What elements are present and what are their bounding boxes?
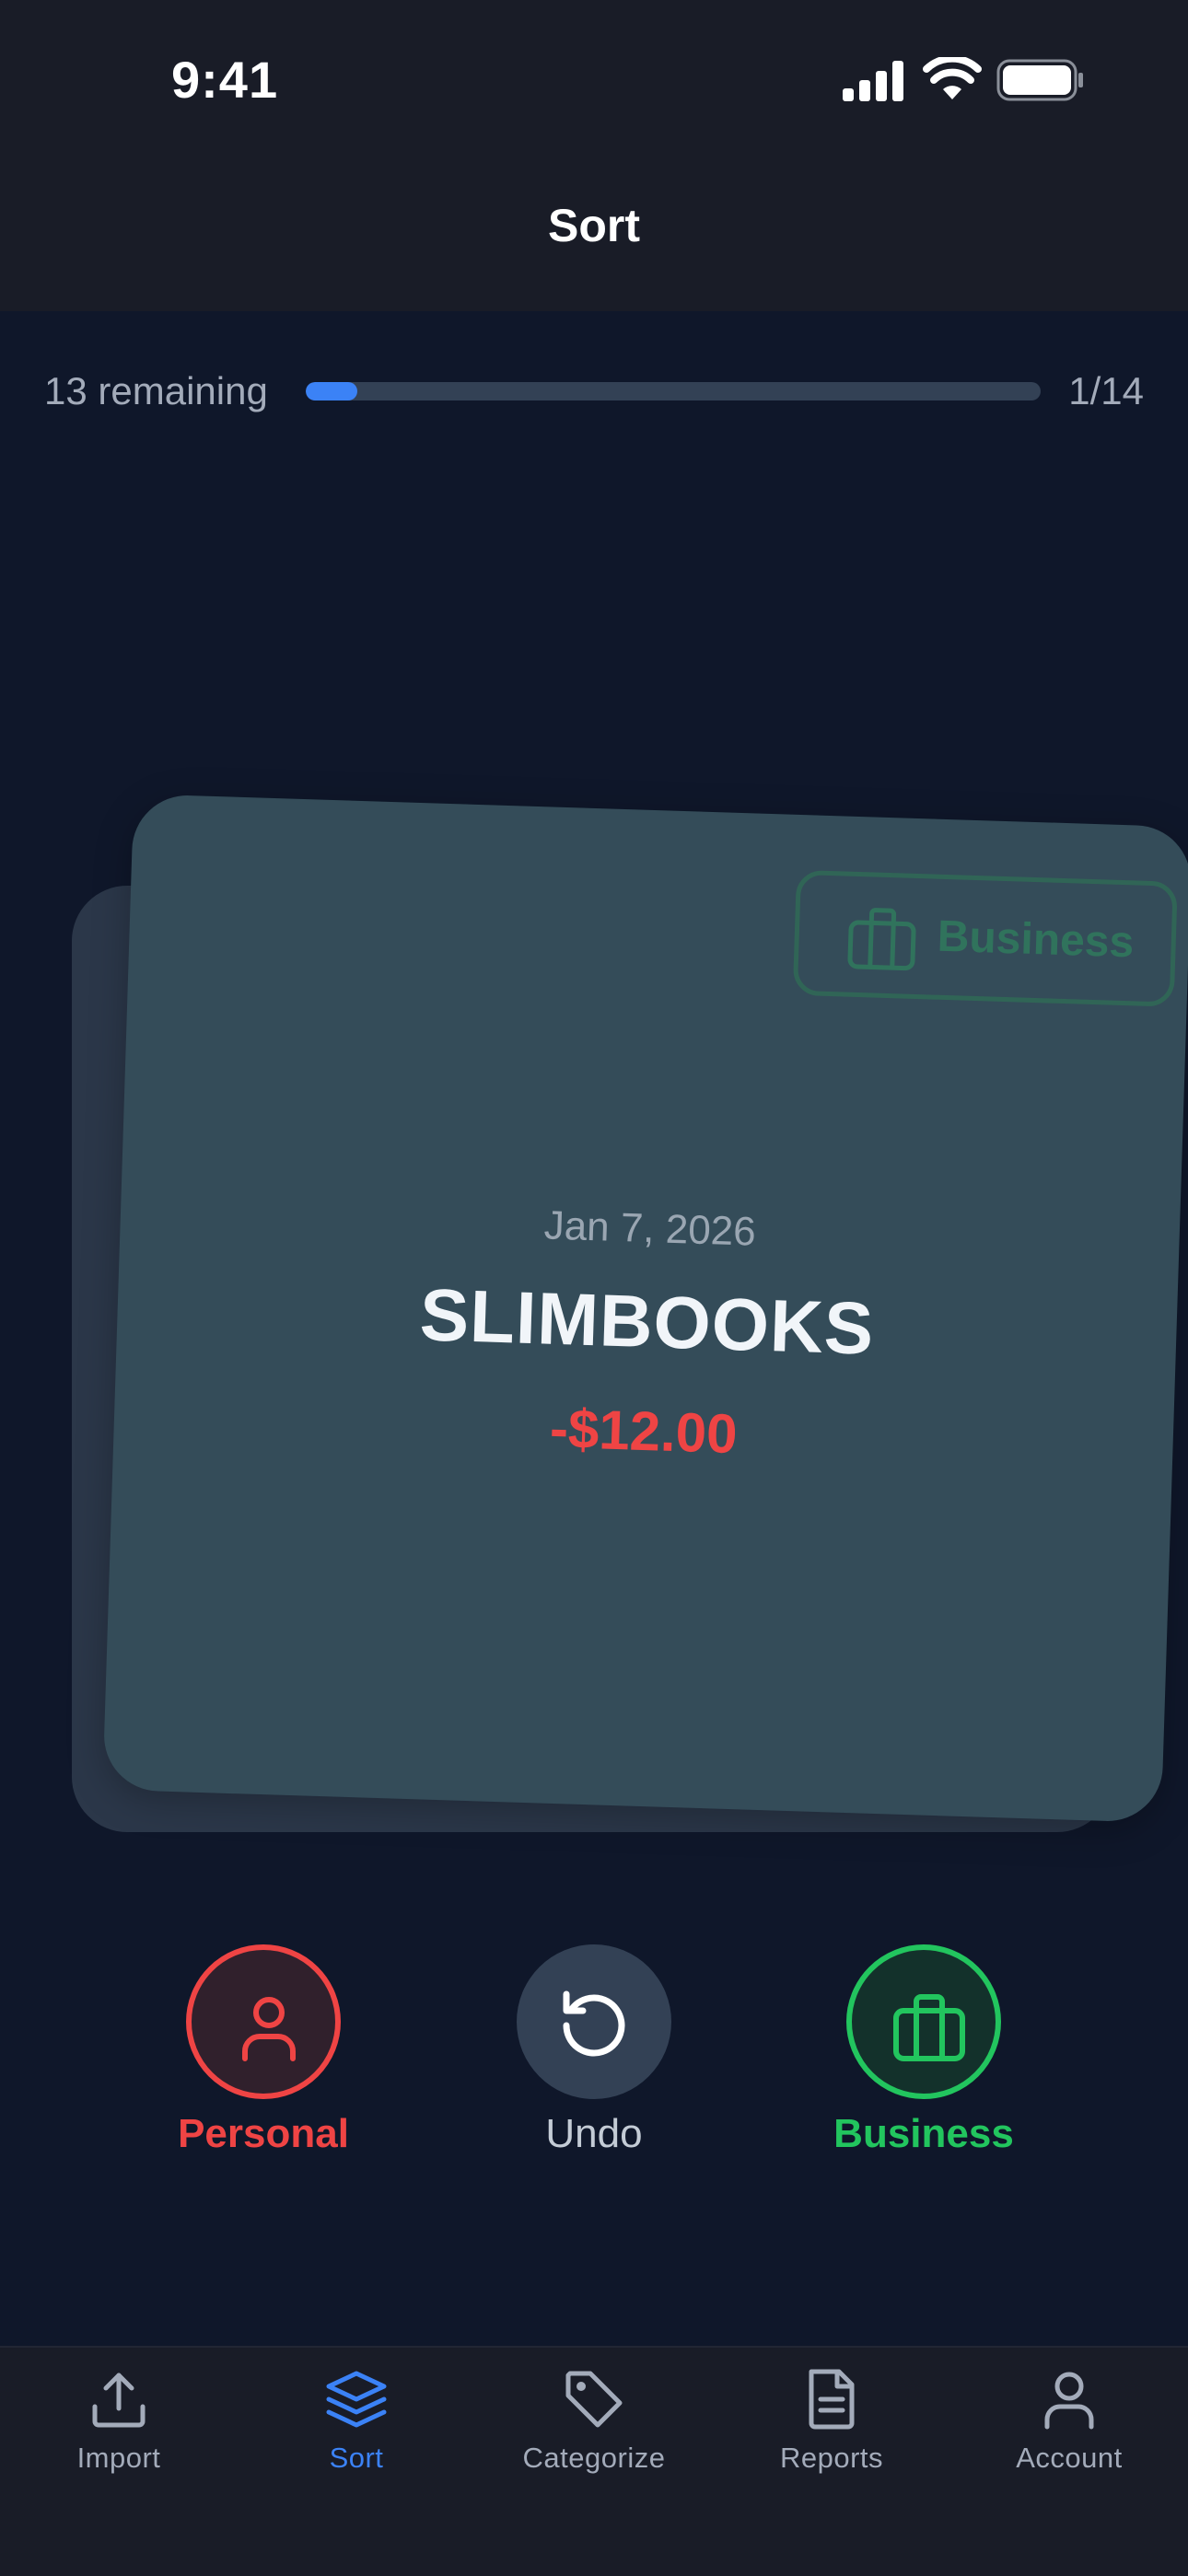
tab-import[interactable]: Import — [0, 2366, 238, 2504]
wifi-icon — [923, 57, 982, 99]
progress-bar-fill — [306, 382, 357, 400]
undo-icon — [563, 1990, 625, 2057]
page-title: Sort — [548, 200, 640, 251]
merchant-name: SLIMBOOKS — [418, 1273, 876, 1370]
business-button[interactable]: Business — [804, 1944, 1043, 2165]
upload-icon — [92, 2373, 146, 2428]
business-stamp: Business — [792, 869, 1178, 1007]
transaction-amount: -$12.00 — [549, 1397, 739, 1466]
user-icon — [1044, 2372, 1094, 2430]
transaction-date: Jan 7, 2026 — [543, 1202, 757, 1255]
layers-icon — [326, 2371, 387, 2428]
progress-counter: 1/14 — [1068, 369, 1144, 412]
tab-import-label: Import — [76, 2442, 161, 2474]
tab-sort[interactable]: Sort — [238, 2366, 475, 2504]
progress-bar — [306, 382, 1041, 400]
business-stamp-label: Business — [937, 911, 1135, 968]
personal-button-circle[interactable] — [186, 1944, 341, 2099]
battery-icon — [996, 59, 1083, 101]
tab-sort-label: Sort — [329, 2442, 384, 2474]
status-time: 9:41 — [171, 51, 279, 109]
cellular-signal-icon — [843, 61, 903, 101]
undo-button-circle[interactable] — [517, 1944, 671, 2099]
progress-row: 13 remaining 1/14 — [0, 350, 1188, 433]
tag-icon — [565, 2371, 623, 2428]
personal-button[interactable]: Personal — [144, 1944, 383, 2165]
business-button-label: Business — [833, 2111, 1014, 2156]
document-icon — [809, 2369, 855, 2430]
remaining-count: 13 remaining — [44, 369, 268, 412]
undo-button-label: Undo — [545, 2111, 643, 2156]
tab-reports[interactable]: Reports — [713, 2366, 950, 2504]
briefcase-icon — [847, 908, 916, 971]
tab-categorize-label: Categorize — [522, 2442, 666, 2474]
tab-reports-label: Reports — [779, 2442, 884, 2474]
tab-account[interactable]: Account — [950, 2366, 1188, 2504]
personal-button-label: Personal — [178, 2111, 349, 2156]
tab-bar: Import Sort Categorize Reports Account — [0, 2346, 1188, 2576]
undo-button[interactable]: Undo — [474, 1944, 714, 2165]
transaction-card[interactable]: Business Jan 7, 2026 SLIMBOOKS -$12.00 — [102, 794, 1188, 1823]
briefcase-icon — [893, 1994, 965, 2061]
tab-account-label: Account — [1016, 2442, 1123, 2474]
header: 9:41 Sort — [0, 0, 1188, 311]
person-icon — [242, 1997, 296, 2061]
tab-categorize[interactable]: Categorize — [475, 2366, 713, 2504]
business-button-circle[interactable] — [846, 1944, 1001, 2099]
